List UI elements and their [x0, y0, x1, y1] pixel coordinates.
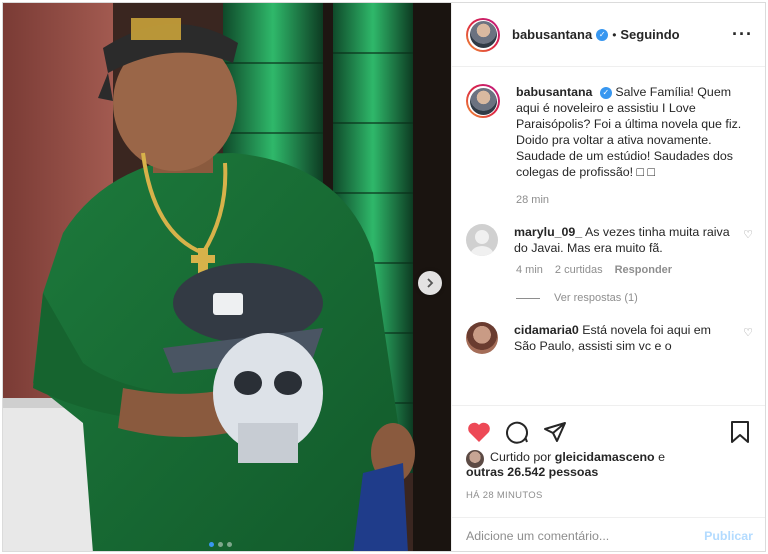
comment-username[interactable]: marylu_09_: [514, 225, 582, 239]
add-comment-bar: Publicar: [452, 517, 765, 551]
post-image: [3, 3, 451, 551]
liker-username[interactable]: gleicidamasceno: [555, 450, 655, 464]
liked-prefix: Curtido por: [490, 450, 552, 464]
post-side-panel: babusantana ✓ • Seguindo ··· babusantana…: [451, 3, 765, 551]
separator: •: [612, 27, 617, 42]
caption-avatar[interactable]: [466, 84, 500, 118]
divider-line: [516, 297, 540, 299]
caption-time: 28 min: [516, 194, 550, 206]
caption-body: babusantana ✓ Salve Família! Quem aqui é…: [516, 84, 744, 180]
instagram-post: babusantana ✓ • Seguindo ··· babusantana…: [2, 2, 766, 552]
comment-item: marylu_09_ As vezes tinha muita raiva do…: [466, 224, 753, 256]
caption: babusantana ✓ Salve Família! Quem aqui é…: [466, 84, 753, 180]
author-avatar[interactable]: [466, 17, 500, 52]
posted-time: HÁ 28 MINUTOS: [466, 490, 543, 501]
following-button[interactable]: Seguindo: [620, 27, 679, 42]
carousel-dots: [209, 542, 232, 547]
like-heart-icon[interactable]: [466, 419, 492, 445]
comment-likes[interactable]: 2 curtidas: [555, 264, 603, 276]
comment-avatar[interactable]: [466, 322, 498, 354]
caption-text: Salve Família! Quem aqui é noveleiro e a…: [516, 85, 742, 179]
post-header: babusantana ✓ • Seguindo ···: [452, 3, 765, 67]
next-photo-button[interactable]: [418, 271, 442, 295]
comment-username[interactable]: cidamaria0: [514, 323, 579, 337]
carousel-dot: [227, 542, 232, 547]
chevron-right-icon: [427, 278, 434, 288]
carousel-dot: [218, 542, 223, 547]
more-options-icon[interactable]: ···: [732, 24, 753, 45]
comments-section: babusantana ✓ Salve Família! Quem aqui é…: [452, 68, 765, 405]
comment-avatar[interactable]: [466, 224, 498, 256]
publish-button[interactable]: Publicar: [704, 529, 753, 543]
liked-conjunction: e: [658, 450, 665, 464]
verified-badge-icon: ✓: [599, 86, 612, 99]
comment-body: marylu_09_ As vezes tinha muita raiva do…: [514, 224, 730, 256]
comment-input[interactable]: [466, 528, 705, 543]
comment-body: cidamaria0 Está novela foi aqui em São P…: [514, 322, 730, 354]
comment-item: cidamaria0 Está novela foi aqui em São P…: [466, 322, 753, 354]
comment-bubble-icon[interactable]: [504, 419, 530, 445]
likes-others[interactable]: outras 26.542 pessoas: [466, 465, 598, 479]
share-paper-plane-icon[interactable]: [542, 419, 568, 445]
likes-count[interactable]: outras 26.542 pessoas: [466, 465, 598, 479]
view-replies-button[interactable]: Ver respostas (1): [516, 292, 753, 304]
comment-time: 4 min: [516, 264, 543, 276]
verified-badge-icon: ✓: [596, 28, 609, 41]
author-username[interactable]: babusantana: [512, 27, 592, 42]
view-replies-label: Ver respostas (1): [554, 292, 638, 304]
post-photo[interactable]: [3, 3, 451, 551]
like-comment-heart-icon[interactable]: ♡: [743, 326, 753, 339]
reply-button[interactable]: Responder: [615, 264, 672, 276]
caption-username[interactable]: babusantana: [516, 85, 592, 99]
save-bookmark-icon[interactable]: [727, 419, 753, 445]
carousel-dot: [209, 542, 214, 547]
comment-meta: 4 min 2 curtidas Responder: [516, 264, 753, 276]
like-comment-heart-icon[interactable]: ♡: [743, 228, 753, 241]
